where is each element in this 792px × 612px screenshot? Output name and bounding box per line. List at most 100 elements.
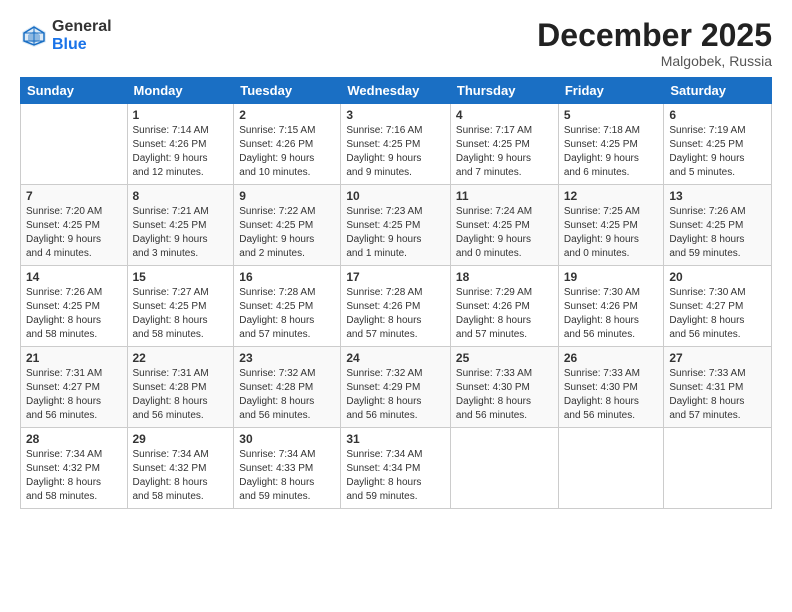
day-number: 6 [669, 108, 766, 122]
day-info: Sunrise: 7:32 AMSunset: 4:29 PMDaylight:… [346, 367, 445, 423]
day-info: Sunrise: 7:34 AMSunset: 4:32 PMDaylight:… [26, 448, 122, 504]
day-info: Sunrise: 7:29 AMSunset: 4:26 PMDaylight:… [456, 286, 553, 342]
day-info: Sunrise: 7:24 AMSunset: 4:25 PMDaylight:… [456, 205, 553, 261]
day-header-sunday: Sunday [21, 78, 128, 104]
calendar-cell: 29Sunrise: 7:34 AMSunset: 4:32 PMDayligh… [127, 428, 234, 509]
day-number: 4 [456, 108, 553, 122]
calendar-cell: 28 Sunrise: 7:34 AMSunset: 4:32 PMDayligh… [21, 428, 128, 509]
day-number: 5 [564, 108, 659, 122]
calendar-cell: 18 Sunrise: 7:29 AMSunset: 4:26 PMDayligh… [450, 266, 558, 347]
day-number: 1 [133, 108, 229, 122]
day-info: Sunrise: 7:15 AMSunset: 4:26 PMDaylight:… [239, 124, 335, 180]
day-number: 20 [669, 270, 766, 284]
day-number: 24 [346, 351, 445, 365]
day-header-saturday: Saturday [664, 78, 772, 104]
day-info: Sunrise: 7:25 AMSunset: 4:25 PMDaylight:… [564, 205, 659, 261]
day-header-wednesday: Wednesday [341, 78, 451, 104]
calendar-cell: 6Sunrise: 7:19 AMSunset: 4:25 PMDaylight… [664, 104, 772, 185]
calendar-cell: 31Sunrise: 7:34 AMSunset: 4:34 PMDayligh… [341, 428, 451, 509]
day-number: 21 [26, 351, 122, 365]
calendar-cell: 2Sunrise: 7:15 AMSunset: 4:26 PMDaylight… [234, 104, 341, 185]
calendar-cell [21, 104, 128, 185]
calendar-cell: 10Sunrise: 7:23 AMSunset: 4:25 PMDayligh… [341, 185, 451, 266]
day-number: 27 [669, 351, 766, 365]
calendar-cell [558, 428, 664, 509]
calendar-cell: 11 Sunrise: 7:24 AMSunset: 4:25 PMDayligh… [450, 185, 558, 266]
day-number: 28 [26, 432, 122, 446]
day-info: Sunrise: 7:30 AMSunset: 4:27 PMDaylight:… [669, 286, 766, 342]
day-number: 26 [564, 351, 659, 365]
day-number: 9 [239, 189, 335, 203]
day-header-tuesday: Tuesday [234, 78, 341, 104]
day-number: 15 [133, 270, 229, 284]
day-info: Sunrise: 7:16 AMSunset: 4:25 PMDaylight:… [346, 124, 445, 180]
calendar-cell: 23 Sunrise: 7:32 AMSunset: 4:28 PMDayligh… [234, 347, 341, 428]
day-number: 18 [456, 270, 553, 284]
calendar-page: General Blue December 2025 Malgobek, Rus… [0, 0, 792, 612]
calendar-cell: 21 Sunrise: 7:31 AMSunset: 4:27 PMDayligh… [21, 347, 128, 428]
calendar-cell: 16Sunrise: 7:28 AMSunset: 4:25 PMDayligh… [234, 266, 341, 347]
day-number: 11 [456, 189, 553, 203]
month-title: December 2025 [537, 18, 772, 53]
calendar-cell: 27 Sunrise: 7:33 AMSunset: 4:31 PMDayligh… [664, 347, 772, 428]
day-number: 13 [669, 189, 766, 203]
day-number: 3 [346, 108, 445, 122]
calendar-cell: 13 Sunrise: 7:26 AMSunset: 4:25 PMDayligh… [664, 185, 772, 266]
calendar-cell [664, 428, 772, 509]
calendar-cell: 3 Sunrise: 7:16 AMSunset: 4:25 PMDaylight… [341, 104, 451, 185]
day-info: Sunrise: 7:14 AMSunset: 4:26 PMDaylight:… [133, 124, 229, 180]
calendar-cell [450, 428, 558, 509]
calendar-cell: 22 Sunrise: 7:31 AMSunset: 4:28 PMDayligh… [127, 347, 234, 428]
day-number: 29 [133, 432, 229, 446]
calendar-cell: 19 Sunrise: 7:30 AMSunset: 4:26 PMDayligh… [558, 266, 664, 347]
logo: General Blue [20, 18, 112, 53]
logo-text: General Blue [52, 18, 112, 53]
calendar-cell: 5 Sunrise: 7:18 AMSunset: 4:25 PMDaylight… [558, 104, 664, 185]
day-info: Sunrise: 7:23 AMSunset: 4:25 PMDaylight:… [346, 205, 445, 261]
day-info: Sunrise: 7:20 AMSunset: 4:25 PMDaylight:… [26, 205, 122, 261]
calendar-cell: 15 Sunrise: 7:27 AMSunset: 4:25 PMDayligh… [127, 266, 234, 347]
day-info: Sunrise: 7:34 AMSunset: 4:34 PMDaylight:… [346, 448, 445, 504]
day-info: Sunrise: 7:33 AMSunset: 4:30 PMDaylight:… [456, 367, 553, 423]
calendar-week-4: 28 Sunrise: 7:34 AMSunset: 4:32 PMDayligh… [21, 428, 772, 509]
day-number: 30 [239, 432, 335, 446]
calendar-cell: 14Sunrise: 7:26 AMSunset: 4:25 PMDayligh… [21, 266, 128, 347]
day-info: Sunrise: 7:31 AMSunset: 4:28 PMDaylight:… [133, 367, 229, 423]
calendar-cell: 20 Sunrise: 7:30 AMSunset: 4:27 PMDayligh… [664, 266, 772, 347]
day-info: Sunrise: 7:28 AMSunset: 4:26 PMDaylight:… [346, 286, 445, 342]
day-number: 8 [133, 189, 229, 203]
calendar-week-1: 7Sunrise: 7:20 AMSunset: 4:25 PMDaylight… [21, 185, 772, 266]
calendar-week-2: 14Sunrise: 7:26 AMSunset: 4:25 PMDayligh… [21, 266, 772, 347]
calendar-cell: 1 Sunrise: 7:14 AMSunset: 4:26 PMDaylight… [127, 104, 234, 185]
calendar-cell: 30 Sunrise: 7:34 AMSunset: 4:33 PMDayligh… [234, 428, 341, 509]
day-number: 22 [133, 351, 229, 365]
day-header-monday: Monday [127, 78, 234, 104]
calendar-cell: 7Sunrise: 7:20 AMSunset: 4:25 PMDaylight… [21, 185, 128, 266]
day-header-thursday: Thursday [450, 78, 558, 104]
day-info: Sunrise: 7:18 AMSunset: 4:25 PMDaylight:… [564, 124, 659, 180]
calendar-header-row: SundayMondayTuesdayWednesdayThursdayFrid… [21, 78, 772, 104]
day-info: Sunrise: 7:30 AMSunset: 4:26 PMDaylight:… [564, 286, 659, 342]
day-info: Sunrise: 7:31 AMSunset: 4:27 PMDaylight:… [26, 367, 122, 423]
day-number: 23 [239, 351, 335, 365]
day-number: 17 [346, 270, 445, 284]
logo-blue: Blue [52, 36, 112, 54]
logo-icon [20, 22, 48, 50]
day-header-friday: Friday [558, 78, 664, 104]
day-info: Sunrise: 7:32 AMSunset: 4:28 PMDaylight:… [239, 367, 335, 423]
page-header: General Blue December 2025 Malgobek, Rus… [20, 18, 772, 69]
calendar-cell: 4Sunrise: 7:17 AMSunset: 4:25 PMDaylight… [450, 104, 558, 185]
location: Malgobek, Russia [537, 53, 772, 69]
logo-general: General [52, 18, 112, 36]
calendar-cell: 26Sunrise: 7:33 AMSunset: 4:30 PMDayligh… [558, 347, 664, 428]
day-info: Sunrise: 7:26 AMSunset: 4:25 PMDaylight:… [669, 205, 766, 261]
day-info: Sunrise: 7:33 AMSunset: 4:31 PMDaylight:… [669, 367, 766, 423]
calendar-cell: 12Sunrise: 7:25 AMSunset: 4:25 PMDayligh… [558, 185, 664, 266]
day-info: Sunrise: 7:27 AMSunset: 4:25 PMDaylight:… [133, 286, 229, 342]
title-section: December 2025 Malgobek, Russia [537, 18, 772, 69]
calendar-table: SundayMondayTuesdayWednesdayThursdayFrid… [20, 77, 772, 509]
day-info: Sunrise: 7:34 AMSunset: 4:33 PMDaylight:… [239, 448, 335, 504]
day-number: 19 [564, 270, 659, 284]
calendar-cell: 24 Sunrise: 7:32 AMSunset: 4:29 PMDayligh… [341, 347, 451, 428]
day-number: 14 [26, 270, 122, 284]
